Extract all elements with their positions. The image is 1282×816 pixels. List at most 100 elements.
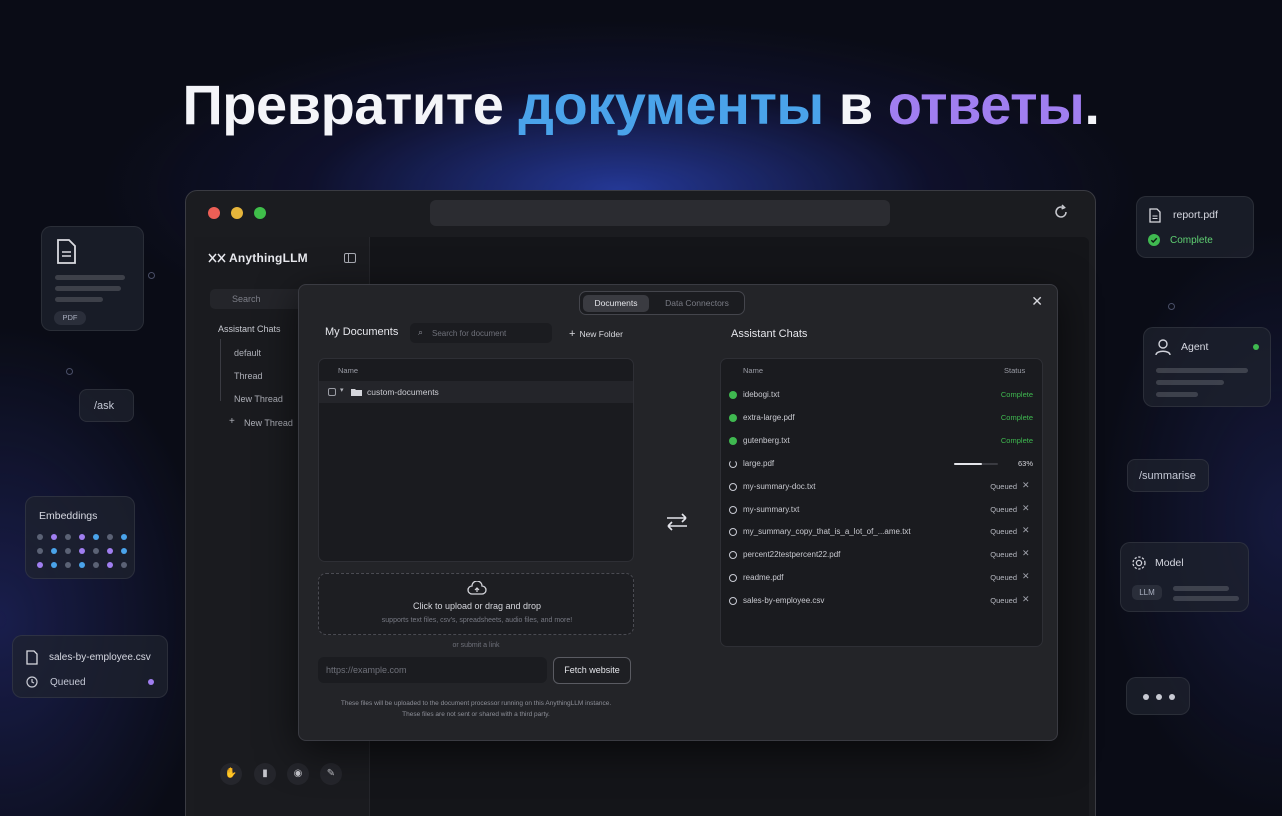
chat-file-name: gutenberg.txt — [743, 435, 790, 445]
typing-indicator-bubble — [1126, 677, 1190, 715]
folder-row[interactable]: ▾ custom-documents — [319, 381, 633, 403]
chevron-down-icon[interactable]: ▾ — [340, 386, 344, 394]
report-file-name: report.pdf — [1173, 209, 1218, 221]
csv-file-card: sales-by-employee.csv Queued — [12, 635, 168, 698]
summarise-command-label: /summarise — [1139, 470, 1196, 482]
remove-file-icon[interactable]: ✕ — [1022, 525, 1030, 536]
embedding-dot — [107, 534, 113, 540]
remove-file-icon[interactable]: ✕ — [1022, 594, 1030, 605]
upload-dropzone[interactable]: Click to upload or drag and drop support… — [318, 573, 634, 635]
embedding-dot — [121, 534, 127, 540]
clock-icon — [729, 482, 737, 491]
remove-file-icon[interactable]: ✕ — [1022, 548, 1030, 559]
column-header-name: Name — [338, 366, 359, 375]
transfer-arrows-icon[interactable] — [665, 512, 689, 532]
community-hub-icon[interactable]: ✋ — [220, 763, 242, 785]
remove-file-icon[interactable]: ✕ — [1022, 503, 1030, 514]
document-icon — [57, 239, 76, 264]
chat-file-row: gutenberg.txt Complete — [721, 430, 1042, 452]
report-file-card: report.pdf Complete — [1136, 196, 1254, 258]
new-thread-button[interactable]: New Thread — [244, 418, 293, 428]
embedding-dot — [51, 562, 57, 568]
file-icon — [1149, 208, 1161, 223]
chat-file-row: readme.pdf Queued ✕ — [721, 567, 1042, 589]
embedding-dot — [93, 562, 99, 568]
chat-file-row: extra-large.pdf Complete — [721, 407, 1042, 429]
refresh-icon[interactable] — [1052, 203, 1070, 221]
search-icon: ⌕ — [418, 327, 424, 337]
remove-file-icon[interactable]: ✕ — [1022, 571, 1030, 582]
settings-wrench-icon[interactable]: ✎ — [320, 763, 342, 785]
fetch-website-button[interactable]: Fetch website — [553, 657, 631, 684]
chat-file-status: Complete — [1000, 412, 1033, 422]
chat-file-name: my-summary-doc.txt — [743, 481, 816, 491]
embedding-dot — [93, 548, 99, 554]
upload-progress-fill — [954, 462, 982, 465]
docs-book-icon[interactable]: ▮ — [254, 763, 276, 785]
chat-file-row: sales-by-employee.csv Queued ✕ — [721, 590, 1042, 612]
embedding-dot — [107, 548, 113, 554]
address-bar[interactable] — [430, 200, 890, 226]
chat-file-name: extra-large.pdf — [743, 412, 795, 422]
website-url-placeholder: https://example.com — [326, 665, 407, 675]
model-card: Model LLM — [1120, 542, 1249, 612]
upload-progress-bar — [954, 462, 998, 465]
check-circle-icon — [1148, 234, 1160, 246]
check-circle-icon — [729, 436, 737, 445]
column-header-status: Status — [1004, 366, 1026, 375]
file-icon — [26, 650, 38, 665]
thread-new-thread[interactable]: New Thread — [234, 394, 283, 404]
chat-file-name: my_summary_copy_that_is_a_lot_of_...ame.… — [743, 527, 911, 537]
check-circle-icon — [729, 391, 737, 399]
tab-documents[interactable]: Documents — [583, 295, 649, 312]
hero-text-documents: документы — [518, 73, 824, 136]
document-upload-modal: Documents Data Connectors ✕ My Documents… — [298, 284, 1058, 741]
hero-text-3: в — [823, 73, 888, 136]
maximize-window-button[interactable] — [254, 207, 266, 219]
workspace-assistant-chats[interactable]: Assistant Chats — [218, 324, 281, 334]
close-window-button[interactable] — [208, 207, 220, 219]
clock-icon — [729, 551, 737, 560]
chat-file-status: Queued — [990, 481, 1017, 491]
modal-tabs: Documents Data Connectors — [579, 291, 745, 315]
thread-default[interactable]: default — [234, 348, 261, 358]
clock-icon — [729, 505, 737, 514]
hero-text-1: Превратите — [182, 73, 519, 136]
embedding-dot — [79, 534, 85, 540]
new-folder-button[interactable]: + New Folder — [569, 328, 623, 340]
chat-file-name: percent22testpercent22.pdf — [743, 550, 841, 560]
chat-file-name: readme.pdf — [743, 573, 784, 583]
sidebar-search-placeholder: Search — [232, 294, 261, 304]
close-icon[interactable]: ✕ — [1031, 293, 1043, 310]
upload-subtitle: supports text files, csv's, spreadsheets… — [381, 617, 573, 624]
new-folder-label: New Folder — [579, 329, 623, 339]
thread-thread[interactable]: Thread — [234, 371, 263, 381]
chat-file-status: 63% — [1017, 458, 1033, 468]
embedding-dot — [93, 534, 99, 540]
tab-data-connectors[interactable]: Data Connectors — [653, 295, 741, 312]
minimize-window-button[interactable] — [231, 207, 243, 219]
plus-icon: + — [229, 416, 235, 427]
hero-text-answers: ответы — [887, 73, 1085, 136]
discord-icon[interactable]: ◉ — [287, 763, 309, 785]
model-label: Model — [1155, 557, 1184, 569]
sidebar-toggle-icon[interactable] — [344, 253, 356, 263]
embedding-dot — [121, 548, 127, 554]
website-url-input[interactable]: https://example.com — [318, 657, 547, 683]
document-search-input[interactable]: ⌕ Search for document — [410, 323, 552, 343]
folder-checkbox[interactable] — [328, 388, 336, 396]
chat-file-status: Queued — [990, 596, 1017, 606]
chat-file-row: my-summary-doc.txt Queued ✕ — [721, 476, 1042, 498]
clock-icon — [729, 528, 737, 537]
upload-note-line-1: These files will be uploaded to the docu… — [340, 700, 612, 707]
clock-icon — [729, 574, 737, 583]
chat-file-status: Queued — [990, 550, 1017, 560]
clock-icon — [26, 676, 38, 688]
check-circle-icon — [729, 413, 737, 422]
hero-headline: Превратите документы в ответы. — [0, 72, 1282, 137]
ask-command-chip: /ask — [79, 389, 134, 422]
chat-file-name: sales-by-employee.csv — [743, 596, 825, 606]
pdf-document-card: PDF — [41, 226, 144, 331]
remove-file-icon[interactable]: ✕ — [1022, 480, 1030, 491]
assistant-chats-title: Assistant Chats — [731, 328, 808, 340]
